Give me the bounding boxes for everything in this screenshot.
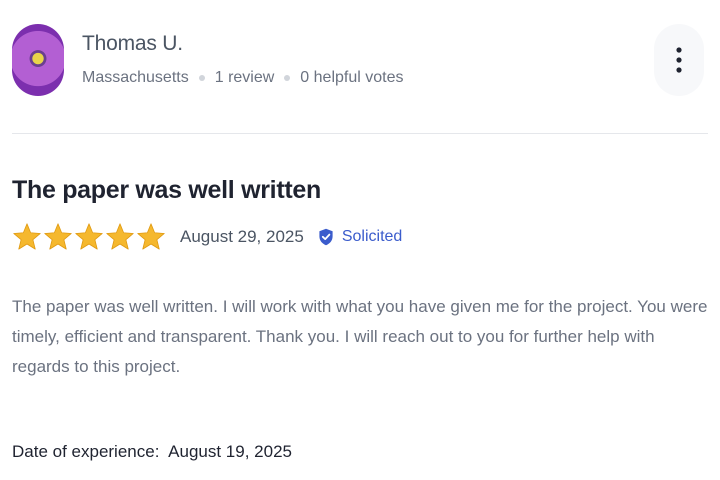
avatar[interactable] — [12, 24, 64, 96]
helpful-votes: 0 helpful votes — [300, 69, 404, 86]
solicited-badge[interactable]: Solicited — [318, 228, 402, 246]
rating-row: August 29, 2025 Solicited — [12, 220, 402, 254]
reviewer-info: Thomas U. Massachusetts 1 review 0 helpf… — [82, 30, 403, 88]
experience-date: August 19, 2025 — [168, 442, 292, 461]
reviewer-location: Massachusetts — [82, 69, 189, 86]
reviewer-meta: Massachusetts 1 review 0 helpful votes — [82, 68, 403, 88]
solicited-label: Solicited — [341, 228, 403, 245]
shield-check-icon — [319, 228, 333, 246]
separator-dot — [284, 75, 291, 81]
divider — [12, 133, 708, 134]
review-card: Thomas U. Massachusetts 1 review 0 helpf… — [0, 0, 720, 480]
star-rating — [12, 222, 167, 252]
star-icon — [13, 223, 41, 250]
more-options-button[interactable] — [654, 24, 704, 96]
star-icon — [106, 223, 134, 250]
star-icon — [44, 223, 72, 250]
reviewer-header: Thomas U. Massachusetts 1 review 0 helpf… — [12, 24, 712, 100]
review-count: 1 review — [214, 69, 275, 86]
star-icon — [75, 223, 103, 250]
review-title[interactable]: The paper was well written — [12, 174, 321, 206]
separator-dot — [198, 75, 205, 81]
review-date: August 29, 2025 — [180, 227, 304, 246]
more-vertical-icon — [676, 47, 682, 73]
reviewer-name[interactable]: Thomas U. — [82, 30, 403, 58]
star-icon — [137, 223, 165, 250]
date-of-experience: Date of experience: August 19, 2025 — [12, 440, 292, 464]
experience-label: Date of experience: — [12, 442, 160, 461]
review-body: The paper was well written. I will work … — [12, 297, 708, 376]
